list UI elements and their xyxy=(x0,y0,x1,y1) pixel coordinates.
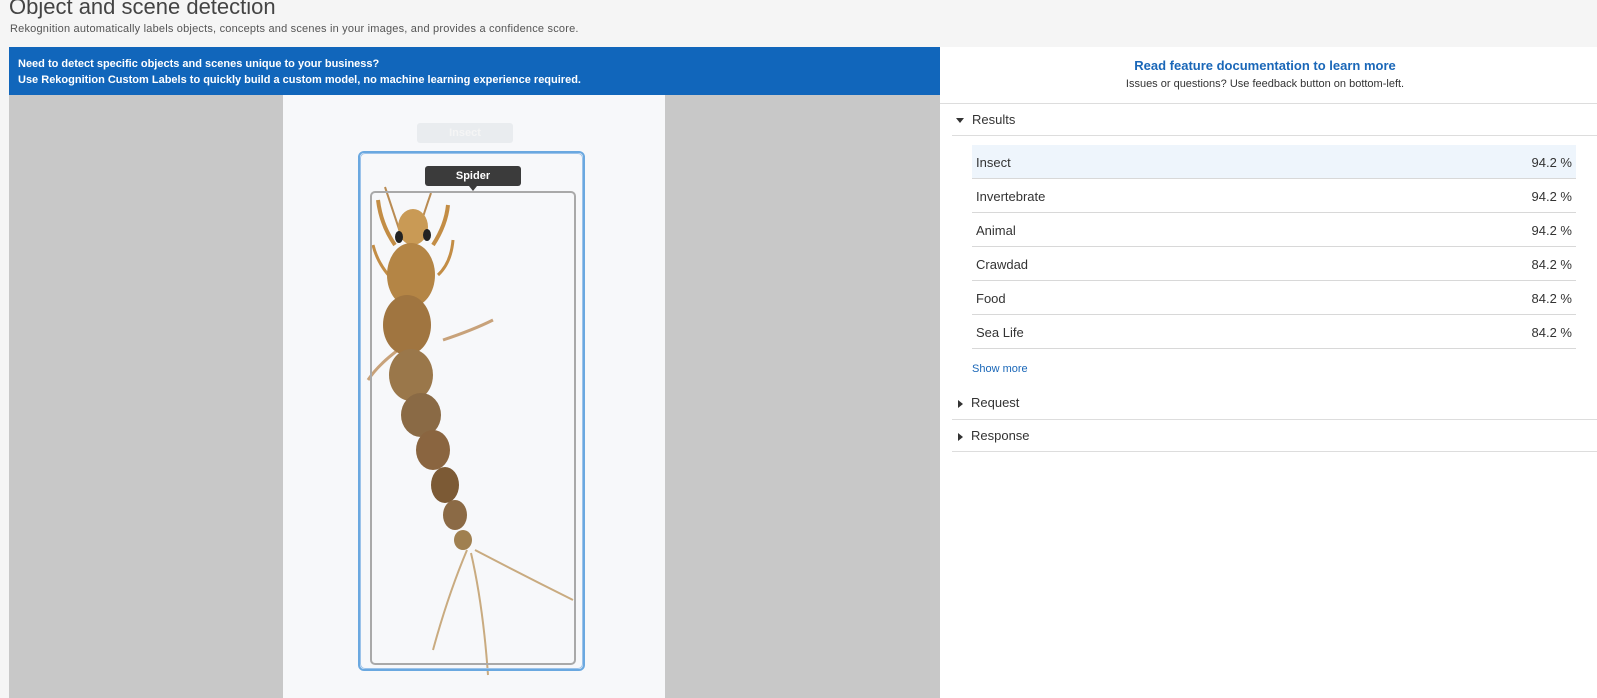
response-section-toggle[interactable]: Response xyxy=(956,428,1030,443)
image-panel: Need to detect specific objects and scen… xyxy=(9,47,940,698)
request-section-label: Request xyxy=(971,395,1020,410)
divider xyxy=(952,135,1597,136)
caret-right-icon xyxy=(958,432,963,441)
result-label: Food xyxy=(976,291,1006,306)
bbox-label-insect: Insect xyxy=(417,123,513,143)
divider xyxy=(940,103,1597,104)
request-section-toggle[interactable]: Request xyxy=(956,395,1019,410)
page-title: Object and scene detection xyxy=(9,0,276,19)
banner-line-2: Use Rekognition Custom Labels to quickly… xyxy=(18,72,931,88)
result-score: 94.2 % xyxy=(1531,223,1572,238)
response-section-label: Response xyxy=(971,428,1030,443)
divider xyxy=(952,419,1597,420)
result-row[interactable]: Crawdad 84.2 % xyxy=(972,247,1576,281)
divider xyxy=(952,451,1597,452)
result-row[interactable]: Insect 94.2 % xyxy=(972,145,1576,179)
result-label: Animal xyxy=(976,223,1016,238)
caret-down-icon xyxy=(956,118,964,124)
bbox-label-spider: Spider xyxy=(425,166,521,191)
result-label: Sea Life xyxy=(976,325,1024,340)
result-row[interactable]: Invertebrate 94.2 % xyxy=(972,179,1576,213)
bounding-box-spider[interactable] xyxy=(370,191,576,665)
banner-suffix: to quickly build a custom model, no mach… xyxy=(186,74,581,86)
documentation-link[interactable]: Read feature documentation to learn more xyxy=(940,58,1590,73)
result-label: Crawdad xyxy=(976,257,1029,272)
custom-labels-link[interactable]: Rekognition Custom Labels xyxy=(41,74,186,86)
show-more-link[interactable]: Show more xyxy=(972,363,1028,375)
custom-labels-banner: Need to detect specific objects and scen… xyxy=(9,47,940,95)
analyzed-image: Insect Spider xyxy=(283,95,665,698)
result-row[interactable]: Food 84.2 % xyxy=(972,281,1576,315)
result-score: 94.2 % xyxy=(1531,155,1572,170)
banner-prefix: Use xyxy=(18,74,42,86)
result-row[interactable]: Sea Life 84.2 % xyxy=(972,315,1576,349)
result-score: 84.2 % xyxy=(1531,325,1572,340)
result-score: 84.2 % xyxy=(1531,257,1572,272)
result-score: 84.2 % xyxy=(1531,291,1572,306)
page-subtitle: Rekognition automatically labels objects… xyxy=(10,23,579,35)
results-section-label: Results xyxy=(972,112,1016,127)
result-row[interactable]: Animal 94.2 % xyxy=(972,213,1576,247)
banner-line-1: Need to detect specific objects and scen… xyxy=(18,58,380,70)
result-score: 94.2 % xyxy=(1531,189,1572,204)
results-list: Insect 94.2 % Invertebrate 94.2 % Animal… xyxy=(972,145,1576,349)
results-section-toggle[interactable]: Results xyxy=(956,112,1015,127)
result-label: Insect xyxy=(976,155,1011,170)
feedback-note: Issues or questions? Use feedback button… xyxy=(1125,78,1405,90)
caret-right-icon xyxy=(958,399,963,408)
results-panel: Read feature documentation to learn more… xyxy=(940,47,1597,698)
result-label: Invertebrate xyxy=(976,189,1046,204)
